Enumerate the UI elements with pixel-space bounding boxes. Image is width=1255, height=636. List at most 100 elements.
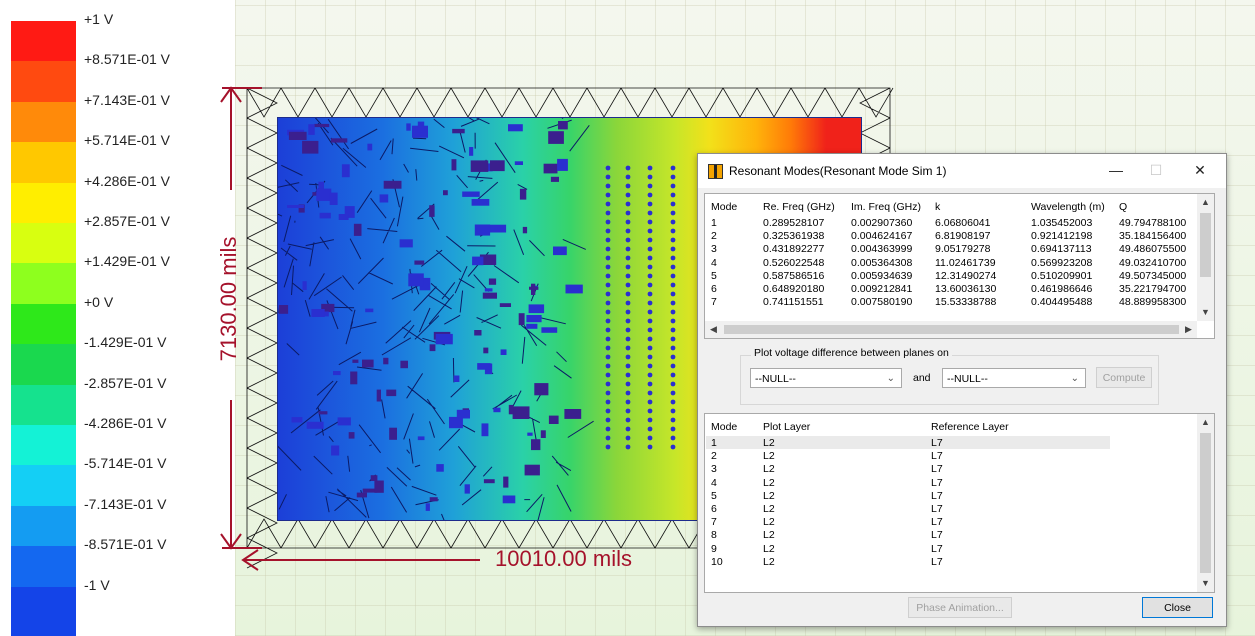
scroll-up-icon[interactable]: ▲ — [1197, 194, 1214, 211]
layers-table-cell[interactable]: 10 — [711, 556, 723, 568]
modes-table-cell[interactable]: 1.035452003 — [1031, 217, 1092, 229]
layers-table-cell[interactable]: L7 — [931, 529, 943, 541]
modes-table-cell[interactable]: 0.526022548 — [763, 257, 824, 269]
modes-table-cell[interactable]: 7 — [711, 296, 717, 308]
layers-table-cell[interactable]: L2 — [763, 543, 775, 555]
modes-table-cell[interactable]: 35.221794700 — [1119, 283, 1186, 295]
modes-column-header[interactable]: Im. Freq (GHz) — [851, 201, 921, 213]
layers-table-cell[interactable]: L2 — [763, 463, 775, 475]
layers-table-cell[interactable]: L2 — [763, 556, 775, 568]
modes-table-cell[interactable]: 1 — [711, 217, 717, 229]
layers-table-cell[interactable]: 1 — [711, 437, 717, 449]
modes-table-cell[interactable]: 49.032410700 — [1119, 257, 1186, 269]
layers-table-cell[interactable]: 7 — [711, 516, 717, 528]
modes-table-cell[interactable]: 48.889958300 — [1119, 296, 1186, 308]
modes-table-cell[interactable]: 0.404495488 — [1031, 296, 1092, 308]
layers-table-cell[interactable]: 3 — [711, 463, 717, 475]
layers-table-cell[interactable]: L7 — [931, 516, 943, 528]
layers-table-cell[interactable]: L7 — [931, 450, 943, 462]
layers-table-cell[interactable]: L7 — [931, 490, 943, 502]
layers-table-cell[interactable]: L7 — [931, 503, 943, 515]
close-button[interactable]: Close — [1142, 597, 1213, 618]
plane2-select[interactable]: --NULL-- ⌄ — [942, 368, 1086, 388]
scroll-right-icon[interactable]: ▶ — [1180, 321, 1197, 338]
modes-table-cell[interactable]: 12.31490274 — [935, 270, 996, 282]
modes-table-cell[interactable]: 0.004624167 — [851, 230, 912, 242]
modes-table-cell[interactable]: 2 — [711, 230, 717, 242]
layers-table-cell[interactable]: L7 — [931, 556, 943, 568]
layers-table-cell[interactable]: L7 — [931, 543, 943, 555]
layers-column-header[interactable]: Mode — [711, 421, 737, 433]
layers-table-cell[interactable]: L2 — [763, 503, 775, 515]
scroll-thumb[interactable] — [1200, 213, 1211, 277]
modes-table-cell[interactable]: 6.81908197 — [935, 230, 990, 242]
modes-table-cell[interactable]: 0.004363999 — [851, 243, 912, 255]
modes-table-cell[interactable]: 0.325361938 — [763, 230, 824, 242]
modes-column-header[interactable]: Q — [1119, 201, 1127, 213]
layers-table-cell[interactable]: 4 — [711, 477, 717, 489]
modes-table-cell[interactable]: 0.648920180 — [763, 283, 824, 295]
dialog-titlebar[interactable]: Resonant Modes(Resonant Mode Sim 1) — ☐ … — [698, 154, 1226, 188]
modes-table-cell[interactable]: 11.02461739 — [935, 257, 996, 269]
layers-table-cell[interactable]: 9 — [711, 543, 717, 555]
layers-table-cell[interactable]: L7 — [931, 463, 943, 475]
modes-table-cell[interactable]: 0.289528107 — [763, 217, 824, 229]
minimize-icon[interactable]: — — [1102, 157, 1130, 183]
modes-table-cell[interactable]: 0.921412198 — [1031, 230, 1092, 242]
modes-table-cell[interactable]: 5 — [711, 270, 717, 282]
compute-button[interactable]: Compute — [1096, 367, 1152, 388]
hscroll-thumb[interactable] — [724, 325, 1179, 334]
modes-table-cell[interactable]: 0.005364308 — [851, 257, 912, 269]
phase-animation-button[interactable]: Phase Animation... — [908, 597, 1012, 618]
modes-table-cell[interactable]: 49.794788100 — [1119, 217, 1186, 229]
layers-column-header[interactable]: Plot Layer — [763, 421, 810, 433]
modes-table-cell[interactable]: 3 — [711, 243, 717, 255]
modes-table-cell[interactable]: 6 — [711, 283, 717, 295]
modes-vertical-scrollbar[interactable]: ▲ ▼ — [1197, 194, 1214, 321]
modes-table-cell[interactable]: 0.002907360 — [851, 217, 912, 229]
layers-table-cell[interactable]: L2 — [763, 516, 775, 528]
scroll-up-icon[interactable]: ▲ — [1197, 414, 1214, 431]
scroll-down-icon[interactable]: ▼ — [1197, 575, 1214, 592]
layers-table-cell[interactable]: L2 — [763, 477, 775, 489]
layers-table-cell[interactable]: 2 — [711, 450, 717, 462]
modes-table-cell[interactable]: 0.510209901 — [1031, 270, 1092, 282]
scroll-down-icon[interactable]: ▼ — [1197, 304, 1214, 321]
plane1-select[interactable]: --NULL-- ⌄ — [750, 368, 902, 388]
scroll-thumb[interactable] — [1200, 433, 1211, 573]
modes-table-cell[interactable]: 49.486075500 — [1119, 243, 1186, 255]
modes-column-header[interactable]: Re. Freq (GHz) — [763, 201, 835, 213]
modes-table-cell[interactable]: 15.53338788 — [935, 296, 996, 308]
scroll-left-icon[interactable]: ◀ — [705, 321, 722, 338]
modes-table-cell[interactable]: 6.06806041 — [935, 217, 990, 229]
modes-table-cell[interactable]: 13.60036130 — [935, 283, 996, 295]
layers-table-cell[interactable]: L2 — [763, 437, 775, 449]
layers-table-cell[interactable]: L2 — [763, 450, 775, 462]
modes-column-header[interactable]: k — [935, 201, 940, 213]
layers-table-cell[interactable]: L7 — [931, 437, 943, 449]
modes-table-cell[interactable]: 0.431892277 — [763, 243, 824, 255]
modes-table-cell[interactable]: 0.009212841 — [851, 283, 912, 295]
modes-table-cell[interactable]: 0.005934639 — [851, 270, 912, 282]
modes-table-cell[interactable]: 0.694137113 — [1031, 243, 1092, 255]
modes-table-cell[interactable]: 0.587586516 — [763, 270, 824, 282]
modes-table[interactable]: Mode Re. Freq (GHz) Im. Freq (GHz) k Wavelen… — [704, 193, 1215, 339]
close-window-icon[interactable]: ✕ — [1186, 157, 1214, 183]
modes-table-cell[interactable]: 9.05179278 — [935, 243, 990, 255]
modes-table-cell[interactable]: 35.184156400 — [1119, 230, 1186, 242]
modes-table-cell[interactable]: 49.507345000 — [1119, 270, 1186, 282]
layers-table-cell[interactable]: L7 — [931, 477, 943, 489]
modes-table-cell[interactable]: 0.007580190 — [851, 296, 912, 308]
layers-table-cell[interactable]: L2 — [763, 490, 775, 502]
modes-table-cell[interactable]: 0.741151551 — [763, 296, 824, 308]
layers-vertical-scrollbar[interactable]: ▲ ▼ — [1197, 414, 1214, 592]
modes-column-header[interactable]: Mode — [711, 201, 737, 213]
layers-table-cell[interactable]: 8 — [711, 529, 717, 541]
layers-table-cell[interactable]: L2 — [763, 529, 775, 541]
layers-table-cell[interactable]: 6 — [711, 503, 717, 515]
layers-column-header[interactable]: Reference Layer — [931, 421, 1009, 433]
modes-column-header[interactable]: Wavelength (m) — [1031, 201, 1105, 213]
modes-table-cell[interactable]: 0.569923208 — [1031, 257, 1092, 269]
layers-table[interactable]: Mode Plot Layer Reference Layer 1 L2 L7 2 L2 L7 3… — [704, 413, 1215, 593]
modes-table-cell[interactable]: 4 — [711, 257, 717, 269]
